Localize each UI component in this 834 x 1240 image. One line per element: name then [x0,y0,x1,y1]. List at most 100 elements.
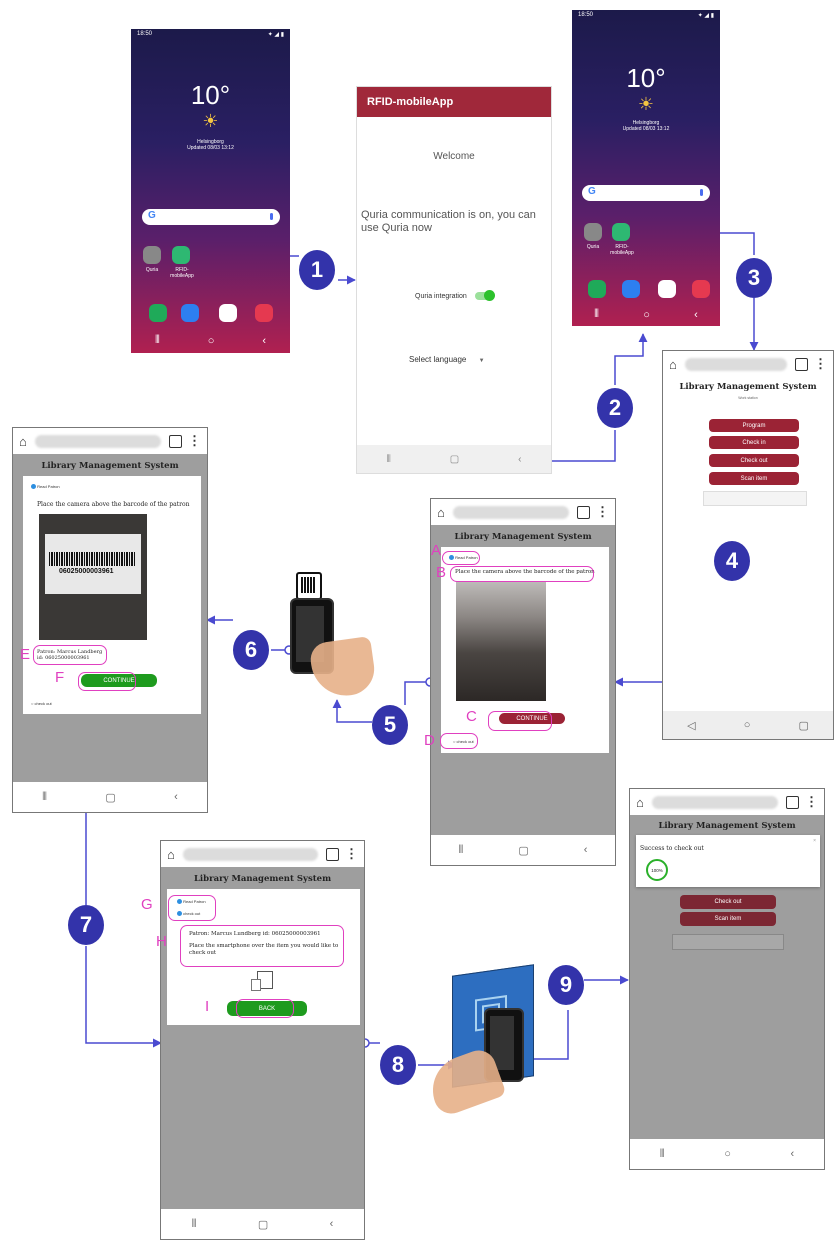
overflow-menu-icon[interactable]: ⋮ [805,794,818,810]
barcode-bars [49,552,135,566]
back-triangle-icon[interactable]: ◁ [687,719,695,732]
mic-icon [700,189,703,196]
menu-check-out-button[interactable]: Check out [680,895,776,909]
quria-app-icon[interactable] [584,223,602,241]
lms-title: Library Management System [658,821,796,831]
url-bar[interactable] [34,434,161,448]
phone-app-icon[interactable] [588,280,606,298]
home-circle-icon[interactable]: ○ [744,719,751,731]
back-chevron-icon[interactable]: ‹ [330,1218,334,1230]
menu-check-in-button[interactable]: Check in [709,436,799,449]
url-bar[interactable] [651,795,778,809]
lms-title: Library Management System [193,874,332,884]
weather-sun-icon: ☀ [637,94,655,114]
step-badge-1: 1 [299,250,335,290]
browser-chrome: ⌂ ⋮ [161,841,364,867]
recents-icon[interactable]: ⦀ [192,1218,197,1231]
tab-count-icon[interactable] [326,847,339,861]
google-search-bar[interactable]: G [582,185,710,201]
menu-program-button[interactable]: Program [709,419,799,432]
recents-icon[interactable]: ⦀ [386,454,390,465]
recents-icon[interactable]: ⦀ [660,1148,665,1161]
highlight-i [236,999,294,1018]
overflow-menu-icon[interactable]: ⋮ [596,504,609,520]
url-bar[interactable] [452,505,569,519]
label-d: D [424,732,435,749]
menu-check-out-button[interactable]: Check out [709,454,799,467]
back-chevron-icon[interactable]: ‹ [584,844,588,856]
label-h: H [156,933,167,950]
home-square-icon[interactable]: ▢ [450,454,459,465]
home-square-icon[interactable]: ▢ [258,1218,268,1231]
camera-app-icon[interactable] [255,304,273,322]
messages-app-icon[interactable] [181,304,199,322]
toggle-knob [483,290,495,301]
recents-icon[interactable]: ⦀ [594,308,599,321]
home-square-icon[interactable]: ▢ [105,791,115,804]
url-bar[interactable] [684,357,787,371]
recents-icon[interactable]: ⦀ [155,334,160,347]
back-chevron-icon[interactable]: ‹ [174,791,178,803]
highlight-e [33,645,107,665]
home-icon[interactable]: ⌂ [19,434,27,449]
highlight-h [180,925,344,967]
rfid-app-phone: RFID-mobileApp Welcome Quria communicati… [356,86,552,474]
quria-app-label: Quria [586,244,600,250]
rfid-nav-bar: ⦀ ▢ ‹ [357,445,551,473]
google-search-bar[interactable]: G [142,209,280,225]
label-e: E [20,646,31,663]
read-patron-step: Read Patron [31,484,60,490]
play-store-icon[interactable] [219,304,237,322]
back-chevron-icon[interactable]: ‹ [262,335,266,347]
home-square-icon[interactable]: ▢ [518,844,528,857]
read-patron-label: Read Patron [37,484,60,489]
browser-chrome: ⌂ ⋮ [663,351,833,377]
menu-empty-slot [703,491,807,506]
messages-app-icon[interactable] [622,280,640,298]
home-circle-icon[interactable]: ○ [208,335,215,347]
tab-count-icon[interactable] [795,357,808,371]
camera-app-icon[interactable] [692,280,710,298]
success-progress-ring: 100% [646,859,668,881]
lms-title: Library Management System [454,532,592,542]
home-circle-icon[interactable]: ○ [724,1148,731,1160]
play-store-icon[interactable] [658,280,676,298]
back-chevron-icon[interactable]: ‹ [694,309,698,321]
quria-app-label: Quria [145,267,159,273]
back-chevron-icon[interactable]: ‹ [518,454,521,465]
recents-icon[interactable]: ⦀ [42,791,47,804]
home-icon[interactable]: ⌂ [636,795,644,810]
home-circle-icon[interactable]: ○ [643,309,650,321]
phone-app-icon[interactable] [149,304,167,322]
language-select[interactable]: Select language ▼ [409,355,485,364]
overflow-menu-icon[interactable]: ⋮ [345,846,358,862]
tab-count-icon[interactable] [577,505,590,519]
tab-count-icon[interactable] [169,434,182,448]
overflow-menu-icon[interactable]: ⋮ [188,433,201,449]
recents-square-icon[interactable]: ▢ [799,719,809,732]
recents-icon[interactable]: ⦀ [459,844,464,857]
menu-scan-item-button[interactable]: Scan item [709,472,799,485]
rfid-app-icon[interactable] [172,246,190,264]
barcode-card-bars [301,577,315,593]
url-bar[interactable] [182,847,318,861]
android-nav-bar: ⦀ ▢ ‹ [13,782,207,812]
barcode-photo: 06025000003961 [39,514,147,640]
home-icon[interactable]: ⌂ [669,357,677,372]
overflow-menu-icon[interactable]: ⋮ [814,356,827,372]
tab-count-icon[interactable] [786,795,799,809]
quria-integration-toggle[interactable] [474,290,495,301]
status-time: 18:50 [137,31,153,37]
rfid-app-icon[interactable] [612,223,630,241]
menu-empty-slot [672,934,784,950]
step-badge-7: 7 [68,905,104,945]
back-chevron-icon[interactable]: ‹ [791,1148,795,1160]
close-icon[interactable]: × [813,838,816,844]
step-badge-3: 3 [736,258,772,298]
home-icon[interactable]: ⌂ [167,847,175,862]
menu-scan-item-button[interactable]: Scan item [680,912,776,926]
rfid-app-title: RFID-mobileApp [367,96,454,108]
quria-app-icon[interactable] [143,246,161,264]
home-icon[interactable]: ⌂ [437,505,445,520]
android-nav-bar: ⦀ ▢ ‹ [431,835,615,865]
